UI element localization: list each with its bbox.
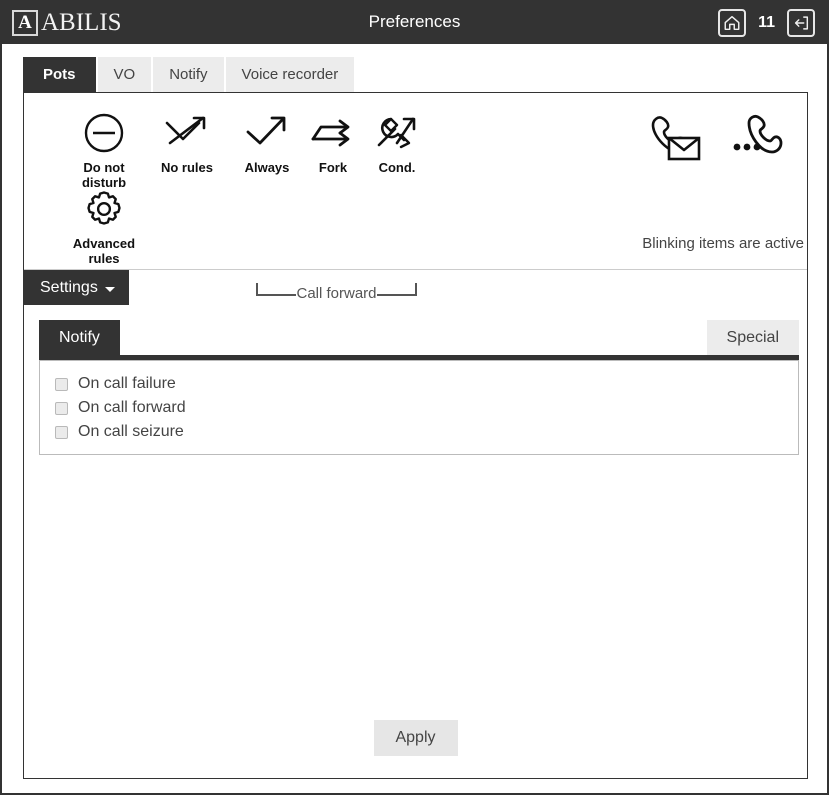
icon-label-line1: Do not bbox=[83, 160, 125, 175]
icon-label-line1: Advanced bbox=[72, 236, 136, 251]
notify-subtabs: Notify Special bbox=[39, 320, 799, 360]
checkbox-label-on-call-seizure: On call seizure bbox=[78, 423, 184, 440]
subtab-notify[interactable]: Notify bbox=[39, 320, 120, 355]
apply-button[interactable]: Apply bbox=[373, 720, 458, 756]
notify-options-group: On call failure On call forward On call … bbox=[39, 360, 799, 455]
settings-dropdown-button[interactable]: Settings bbox=[24, 270, 129, 305]
page-title: Preferences bbox=[368, 12, 461, 31]
tab-voice-recorder[interactable]: Voice recorder bbox=[225, 57, 355, 92]
checkbox-on-call-failure[interactable] bbox=[55, 377, 68, 391]
checkbox-row-on-call-forward[interactable]: On call forward bbox=[55, 396, 798, 420]
session-count: 11 bbox=[758, 14, 775, 31]
logout-icon[interactable] bbox=[787, 9, 815, 37]
recent-calls-icon[interactable] bbox=[731, 111, 789, 168]
icon-do-not-disturb[interactable]: Do not disturb bbox=[61, 109, 147, 190]
checkbox-label-on-call-forward: On call forward bbox=[78, 399, 186, 416]
icon-label-advanced-rules: Advanced rules bbox=[61, 236, 147, 266]
preferences-window: A ABILIS Preferences 11 Pots VO Notify V… bbox=[0, 0, 829, 795]
quick-action-icons bbox=[647, 111, 789, 168]
settings-row: Settings bbox=[24, 269, 807, 308]
icon-no-rules[interactable]: No rules bbox=[144, 109, 230, 175]
settings-label: Settings bbox=[40, 278, 98, 296]
icon-label-no-rules: No rules bbox=[160, 160, 213, 175]
checkbox-on-call-forward[interactable] bbox=[55, 401, 68, 415]
app-header: A ABILIS Preferences 11 bbox=[2, 2, 827, 44]
call-mode-iconbar: Do not disturb No rules Always Fork Cond… bbox=[24, 93, 807, 302]
icon-label-cond: Cond. bbox=[378, 160, 416, 175]
gear-icon bbox=[61, 185, 147, 233]
icon-label-line2: rules bbox=[88, 251, 120, 266]
main-tabstrip: Pots VO Notify Voice recorder bbox=[23, 57, 356, 92]
checkbox-row-on-call-failure[interactable]: On call failure bbox=[55, 372, 798, 396]
crossed-arrow-icon bbox=[144, 109, 230, 157]
checkbox-label-on-call-failure: On call failure bbox=[78, 375, 176, 392]
home-icon[interactable] bbox=[718, 9, 747, 37]
checkbox-row-on-call-seizure[interactable]: On call seizure bbox=[55, 420, 798, 444]
minus-circle-icon bbox=[61, 109, 147, 157]
icon-cond[interactable]: Cond. bbox=[354, 109, 440, 175]
content-panel: Do not disturb No rules Always Fork Cond… bbox=[23, 92, 808, 779]
chevron-down-icon bbox=[104, 286, 115, 292]
tab-pots[interactable]: Pots bbox=[23, 57, 96, 92]
subtab-special[interactable]: Special bbox=[706, 320, 799, 355]
wrench-arrow-icon bbox=[354, 109, 440, 157]
checkbox-on-call-seizure[interactable] bbox=[55, 425, 68, 439]
icon-advanced-rules[interactable]: Advanced rules bbox=[61, 185, 147, 266]
tab-notify[interactable]: Notify bbox=[153, 57, 224, 92]
header-actions: 11 bbox=[718, 8, 815, 38]
voicemail-icon[interactable] bbox=[647, 111, 705, 168]
blinking-items-note: Blinking items are active bbox=[642, 235, 804, 252]
tab-vo[interactable]: VO bbox=[97, 57, 152, 92]
